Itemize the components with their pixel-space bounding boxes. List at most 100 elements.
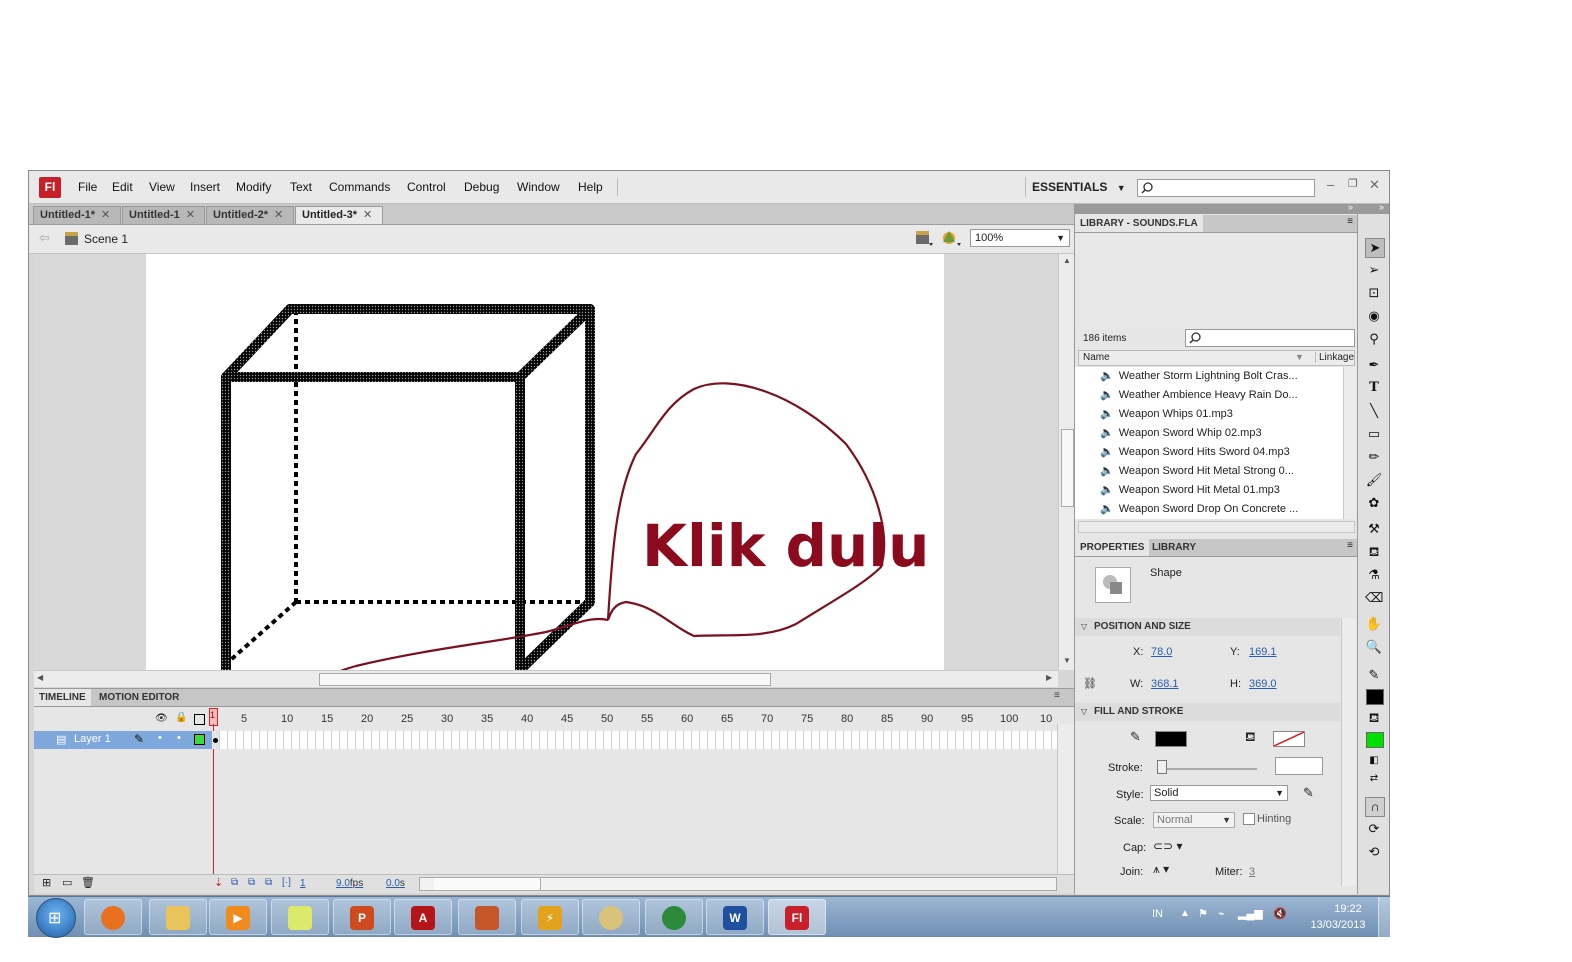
current-frame[interactable]: 1: [300, 878, 306, 889]
taskbar-firefox[interactable]: [84, 899, 142, 935]
taskbar-download-manager[interactable]: [645, 899, 703, 935]
fill-stroke-section[interactable]: ▽ FILL AND STROKE: [1075, 703, 1340, 721]
menu-edit[interactable]: Edit: [112, 180, 133, 194]
onion-markers-icon[interactable]: [·]: [282, 877, 291, 888]
taskbar-explorer[interactable]: [149, 899, 207, 935]
menu-help[interactable]: Help: [578, 180, 603, 194]
selection-tool-icon[interactable]: ➤: [1365, 238, 1385, 258]
taskbar-media-player[interactable]: ▶: [209, 899, 267, 935]
clock-time[interactable]: 19:22: [1318, 903, 1378, 915]
list-item[interactable]: 🔈 Weather Storm Lightning Bolt Cras...: [1078, 367, 1340, 387]
frames-row[interactable]: [212, 731, 1057, 749]
stage[interactable]: Klik dulu: [146, 254, 944, 670]
tray-flag-icon[interactable]: ⚑: [1198, 907, 1208, 920]
straighten-icon[interactable]: ⟲: [1365, 843, 1383, 861]
deco-tool-icon[interactable]: ✿: [1365, 494, 1383, 512]
onion-outline-icon[interactable]: ⧉: [248, 877, 255, 888]
clock-date[interactable]: 13/03/2013: [1303, 919, 1373, 931]
miter-value[interactable]: 3: [1249, 866, 1255, 878]
eraser-tool-icon[interactable]: ⌫: [1365, 589, 1383, 607]
tab-properties[interactable]: PROPERTIES: [1075, 539, 1150, 556]
minimize-icon[interactable]: –: [1327, 177, 1334, 192]
new-layer-icon[interactable]: ⊞: [42, 876, 51, 889]
taskbar-sticky-notes[interactable]: [271, 899, 329, 935]
x-value[interactable]: 78.0: [1151, 646, 1172, 658]
taskbar-paint[interactable]: [582, 899, 640, 935]
menu-debug[interactable]: Debug: [464, 180, 499, 194]
list-item[interactable]: 🔈 Weapon Sword Hit Metal Strong 0...: [1078, 462, 1340, 482]
stage-vertical-scrollbar[interactable]: ▲ ▼: [1058, 254, 1075, 670]
list-item[interactable]: 🔈 Weapon Whips 01.mp3: [1078, 405, 1340, 425]
close-tab-icon[interactable]: ✕: [186, 209, 195, 221]
list-item[interactable]: 🔈 Weapon Sword Drop On Concrete ...: [1078, 500, 1340, 519]
col-name[interactable]: Name: [1083, 352, 1110, 363]
join-style-icon[interactable]: ⩚ ▾: [1153, 862, 1169, 877]
tab-untitled-2-modified[interactable]: Untitled-2* ✕: [206, 206, 294, 224]
edit-symbols-icon[interactable]: [941, 229, 963, 247]
center-frame-icon[interactable]: ⇣: [214, 876, 223, 889]
stroke-slider-thumb[interactable]: [1157, 760, 1167, 774]
panel-collapse-bar[interactable]: »: [1075, 202, 1357, 214]
style-select[interactable]: Solid ▼: [1150, 785, 1288, 801]
cap-style-icon[interactable]: ⊂⊃ ▾: [1153, 839, 1182, 853]
menu-file[interactable]: File: [78, 180, 97, 194]
edit-multiple-frames-icon[interactable]: ⧉: [265, 877, 272, 888]
paint-bucket-tool-icon[interactable]: ⛾: [1365, 543, 1383, 561]
new-folder-icon[interactable]: ▭: [62, 876, 72, 889]
list-item[interactable]: 🔈 Weapon Sword Hits Sword 04.mp3: [1078, 443, 1340, 463]
help-search-input[interactable]: [1137, 179, 1315, 197]
hinting-checkbox[interactable]: [1243, 813, 1255, 825]
layer-name[interactable]: Layer 1: [74, 733, 111, 745]
tools-collapse-bar[interactable]: »: [1358, 202, 1389, 214]
fill-color-swatch[interactable]: [1273, 731, 1305, 747]
close-tab-icon[interactable]: ✕: [274, 209, 283, 221]
swap-colors-icon[interactable]: ⇄: [1365, 770, 1383, 788]
menu-window[interactable]: Window: [517, 180, 560, 194]
volume-muted-icon[interactable]: 🔇: [1273, 907, 1287, 920]
pencil-tool-icon[interactable]: ✏: [1365, 448, 1383, 466]
visible-dot-icon[interactable]: •: [158, 732, 162, 744]
taskbar-winamp[interactable]: ⚡: [521, 899, 579, 935]
tab-untitled-1[interactable]: Untitled-1 ✕: [122, 206, 205, 224]
onion-skin-icon[interactable]: ⧉: [231, 877, 238, 888]
tab-timeline[interactable]: TIMELINE: [34, 689, 91, 706]
scale-select[interactable]: Normal ▼: [1153, 812, 1235, 828]
close-tab-icon[interactable]: ✕: [101, 209, 110, 221]
collapse-arrows-icon[interactable]: »: [1379, 202, 1384, 212]
snap-to-objects-icon[interactable]: ∩: [1365, 797, 1385, 817]
stage-horizontal-scrollbar[interactable]: ◀ ▶: [34, 670, 1058, 687]
delete-icon[interactable]: 🗑: [81, 876, 95, 889]
pen-tool-icon[interactable]: ✒: [1365, 356, 1383, 374]
col-linkage[interactable]: Linkage: [1315, 352, 1354, 363]
list-item[interactable]: 🔈 Weather Ambience Heavy Rain Do...: [1078, 386, 1340, 406]
scroll-up-icon[interactable]: ▲: [1063, 256, 1071, 265]
network-signal-icon[interactable]: ▂▄▆: [1238, 907, 1263, 920]
tab-library[interactable]: LIBRARY: [1147, 539, 1201, 556]
line-tool-icon[interactable]: ╲: [1365, 402, 1383, 420]
text-tool-icon[interactable]: T: [1365, 379, 1383, 397]
language-indicator[interactable]: IN: [1152, 908, 1163, 920]
collapse-arrows-icon[interactable]: »: [1348, 202, 1353, 212]
taskbar-flash[interactable]: Fl: [768, 899, 826, 935]
keyframe[interactable]: [212, 731, 219, 749]
menu-control[interactable]: Control: [407, 180, 446, 194]
stroke-color-swatch[interactable]: [1155, 731, 1187, 747]
lasso-tool-icon[interactable]: ⚲: [1365, 330, 1383, 348]
eyedropper-tool-icon[interactable]: ⚗: [1365, 566, 1383, 584]
black-white-icon[interactable]: ◧: [1365, 752, 1383, 770]
menu-text[interactable]: Text: [290, 180, 312, 194]
3d-rotation-tool-icon[interactable]: ◉: [1365, 307, 1383, 325]
taskbar-powerpoint[interactable]: P: [333, 899, 391, 935]
stroke-width-input[interactable]: [1275, 757, 1323, 775]
lock-dot-icon[interactable]: •: [177, 732, 181, 744]
edit-stroke-style-icon[interactable]: ✎: [1303, 785, 1314, 801]
scroll-right-icon[interactable]: ▶: [1046, 673, 1052, 682]
tab-library-sounds[interactable]: LIBRARY - SOUNDS.FLA: [1075, 215, 1203, 232]
close-tab-icon[interactable]: ✕: [363, 209, 372, 221]
layer-row[interactable]: ▤ Layer 1 ✎ • •: [34, 731, 212, 749]
menu-view[interactable]: View: [149, 180, 175, 194]
menu-modify[interactable]: Modify: [236, 180, 271, 194]
scroll-left-icon[interactable]: ◀: [37, 673, 43, 682]
stroke-slider-track[interactable]: [1157, 768, 1257, 770]
subselection-tool-icon[interactable]: ➢: [1365, 261, 1383, 279]
